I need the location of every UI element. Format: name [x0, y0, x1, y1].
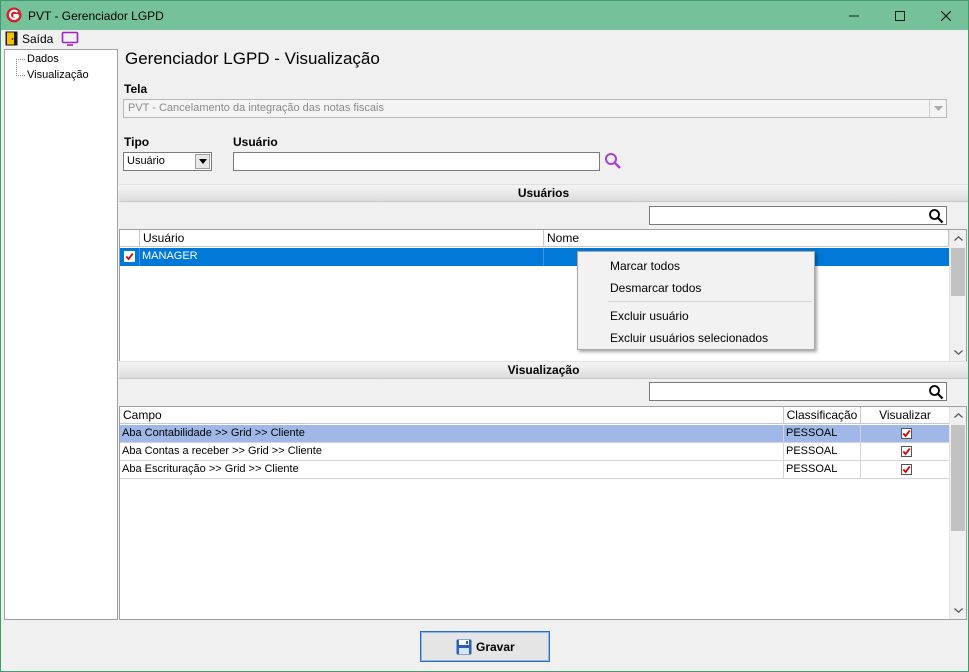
tipo-dropdown-button[interactable] — [195, 154, 210, 169]
usuarios-grid-header: Usuário Nome — [120, 230, 949, 247]
scroll-up-button[interactable] — [950, 407, 966, 424]
column-header-classificacao[interactable]: Classificação — [784, 407, 861, 424]
checkmark-icon — [125, 253, 134, 261]
monitor-icon[interactable] — [61, 31, 79, 46]
tipo-label: Tipo — [124, 135, 150, 149]
row-classificacao-cell: PESSOAL — [784, 461, 861, 479]
navigation-tree: Dados Visualização — [4, 49, 118, 620]
scroll-down-button[interactable] — [950, 344, 966, 361]
tree-connector — [16, 59, 17, 76]
save-button[interactable]: Gravar — [420, 631, 550, 662]
app-logo-icon — [6, 7, 22, 23]
menu-item-marcar-todos[interactable]: Marcar todos — [610, 259, 680, 273]
maximize-icon — [895, 10, 905, 21]
visualizacao-filter-input[interactable] — [649, 382, 947, 401]
menu-item-excluir-usuario[interactable]: Excluir usuário — [610, 309, 689, 323]
menu-exit[interactable]: Saída — [22, 32, 53, 46]
search-icon[interactable] — [928, 384, 944, 400]
usuarios-section-header: Usuários — [119, 184, 968, 202]
scroll-down-button[interactable] — [950, 602, 966, 619]
menu-bar: Saída — [1, 30, 968, 47]
row-campo-cell: Aba Contabilidade >> Grid >> Cliente — [120, 425, 784, 443]
chevron-down-icon — [198, 159, 207, 164]
row-classificacao-cell: PESSOAL — [784, 443, 861, 461]
tree-connector — [16, 59, 25, 60]
column-header-usuario[interactable]: Usuário — [140, 230, 544, 247]
chevron-down-icon — [953, 608, 963, 613]
minimize-button[interactable] — [831, 1, 877, 30]
search-icon — [605, 153, 621, 169]
visualizacao-grid-header: Campo Classificação Visualizar — [120, 407, 949, 424]
column-header-campo[interactable]: Campo — [120, 407, 784, 424]
search-icon[interactable] — [928, 208, 944, 224]
row-visualizar-cell[interactable] — [861, 461, 949, 479]
row-campo-cell: Aba Escrituração >> Grid >> Cliente — [120, 461, 784, 479]
menu-separator — [608, 301, 812, 302]
title-bar: PVT - Gerenciador LGPD — [1, 1, 968, 30]
scroll-thumb[interactable] — [951, 248, 965, 296]
column-header-visualizar[interactable]: Visualizar — [861, 407, 949, 424]
tela-dropdown-button — [929, 100, 946, 117]
tela-select: PVT - Cancelamento da integração das not… — [123, 99, 947, 118]
table-row[interactable]: Aba Escrituração >> Grid >> Cliente PESS… — [120, 461, 949, 479]
tela-label: Tela — [124, 82, 148, 96]
window-title: PVT - Gerenciador LGPD — [28, 9, 164, 23]
usuario-search-button[interactable] — [603, 151, 623, 171]
visualizacao-grid[interactable]: Campo Classificação Visualizar Aba Conta… — [119, 406, 967, 620]
checkmark-icon — [902, 430, 911, 438]
chevron-up-icon — [953, 413, 963, 418]
visualizacao-section-header: Visualização — [119, 361, 968, 379]
checkmark-icon — [902, 466, 911, 474]
usuarios-grid[interactable]: Usuário Nome MANAGER — [119, 229, 967, 362]
row-classificacao-cell: PESSOAL — [784, 425, 861, 443]
exit-door-icon[interactable] — [5, 31, 18, 46]
context-menu: Marcar todos Desmarcar todos Excluir usu… — [577, 251, 815, 350]
save-button-label: Gravar — [476, 640, 515, 654]
menu-item-excluir-usuarios-selecionados[interactable]: Excluir usuários selecionados — [610, 331, 768, 345]
row-usuario-cell: MANAGER — [140, 248, 544, 266]
minimize-icon — [849, 15, 859, 16]
column-header-check[interactable] — [120, 230, 140, 247]
page-title: Gerenciador LGPD - Visualização — [125, 49, 380, 68]
checkmark-icon — [902, 448, 911, 456]
close-button[interactable] — [923, 1, 969, 30]
tipo-select-value: Usuário — [127, 155, 165, 167]
tree-item-dados[interactable]: Dados — [27, 53, 59, 65]
row-visualizar-cell[interactable] — [861, 443, 949, 461]
visualizar-checkbox[interactable] — [901, 428, 912, 439]
floppy-disk-icon — [456, 639, 472, 655]
chevron-up-icon — [953, 236, 963, 241]
row-check-cell[interactable] — [120, 248, 140, 266]
usuarios-filter-input[interactable] — [649, 206, 947, 225]
main-window: PVT - Gerenciador LGPD Saída Dados Visua… — [0, 0, 969, 672]
tree-connector — [16, 75, 25, 76]
tree-item-visualizacao[interactable]: Visualização — [27, 69, 89, 81]
close-icon — [941, 10, 951, 21]
table-row[interactable]: Aba Contabilidade >> Grid >> Cliente PES… — [120, 425, 949, 443]
maximize-button[interactable] — [877, 1, 923, 30]
row-campo-cell: Aba Contas a receber >> Grid >> Cliente — [120, 443, 784, 461]
chevron-down-icon — [933, 106, 943, 111]
column-header-nome[interactable]: Nome — [544, 230, 949, 247]
scroll-up-button[interactable] — [950, 230, 966, 247]
table-row[interactable]: Aba Contas a receber >> Grid >> Cliente … — [120, 443, 949, 461]
visualizar-checkbox[interactable] — [901, 446, 912, 457]
row-visualizar-cell[interactable] — [861, 425, 949, 443]
tipo-select[interactable]: Usuário — [123, 152, 212, 171]
table-row[interactable]: MANAGER — [120, 248, 949, 266]
visualizar-checkbox[interactable] — [901, 464, 912, 475]
tela-select-value: PVT - Cancelamento da integração das not… — [128, 102, 384, 114]
usuario-input[interactable] — [233, 152, 600, 171]
scroll-thumb[interactable] — [951, 425, 965, 531]
visualizacao-vertical-scrollbar[interactable] — [949, 407, 966, 619]
usuarios-vertical-scrollbar[interactable] — [949, 230, 966, 361]
row-checkbox[interactable] — [124, 251, 135, 262]
chevron-down-icon — [953, 350, 963, 355]
usuario-label: Usuário — [233, 135, 278, 149]
menu-item-desmarcar-todos[interactable]: Desmarcar todos — [610, 281, 701, 295]
